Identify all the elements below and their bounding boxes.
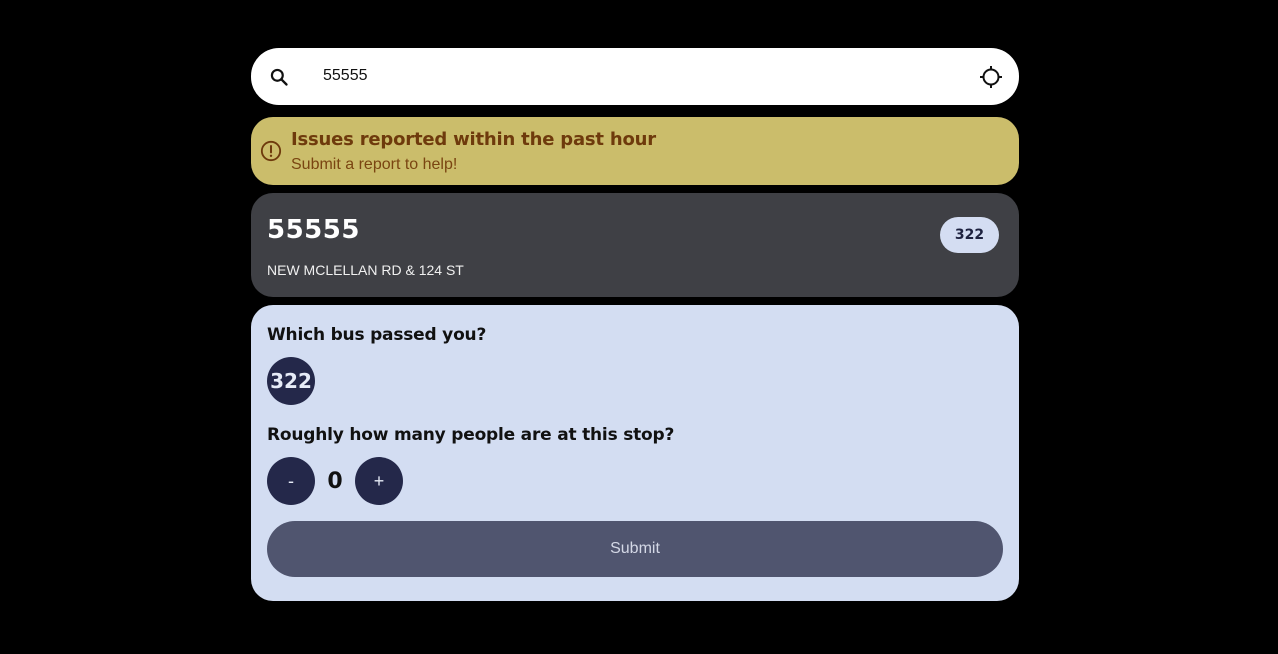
people-question-label: Roughly how many people are at this stop… bbox=[267, 425, 675, 445]
crosshair-icon[interactable] bbox=[979, 65, 1003, 89]
search-icon[interactable] bbox=[269, 67, 289, 87]
stop-card: 55555 NEW MCLELLAN RD & 124 ST 322 bbox=[251, 193, 1019, 297]
decrement-button[interactable]: - bbox=[267, 457, 315, 505]
stop-address: NEW MCLELLAN RD & 124 ST bbox=[267, 262, 464, 278]
submit-button[interactable]: Submit bbox=[267, 521, 1003, 577]
issues-alert-banner: Issues reported within the past hour Sub… bbox=[251, 117, 1019, 185]
exclamation-circle-icon bbox=[260, 140, 282, 162]
search-input[interactable] bbox=[323, 62, 963, 90]
route-badge[interactable]: 322 bbox=[940, 217, 999, 253]
stop-code: 55555 bbox=[267, 215, 360, 245]
search-bar bbox=[251, 48, 1019, 105]
bus-question-label: Which bus passed you? bbox=[267, 325, 487, 345]
app-container: Issues reported within the past hour Sub… bbox=[251, 48, 1019, 601]
bus-option-button[interactable]: 322 bbox=[267, 357, 315, 405]
report-form: Which bus passed you? 322 Roughly how ma… bbox=[251, 305, 1019, 601]
people-count-value: 0 bbox=[327, 468, 343, 494]
increment-button[interactable]: + bbox=[355, 457, 403, 505]
alert-title: Issues reported within the past hour bbox=[291, 129, 656, 150]
alert-subtitle: Submit a report to help! bbox=[291, 156, 458, 173]
